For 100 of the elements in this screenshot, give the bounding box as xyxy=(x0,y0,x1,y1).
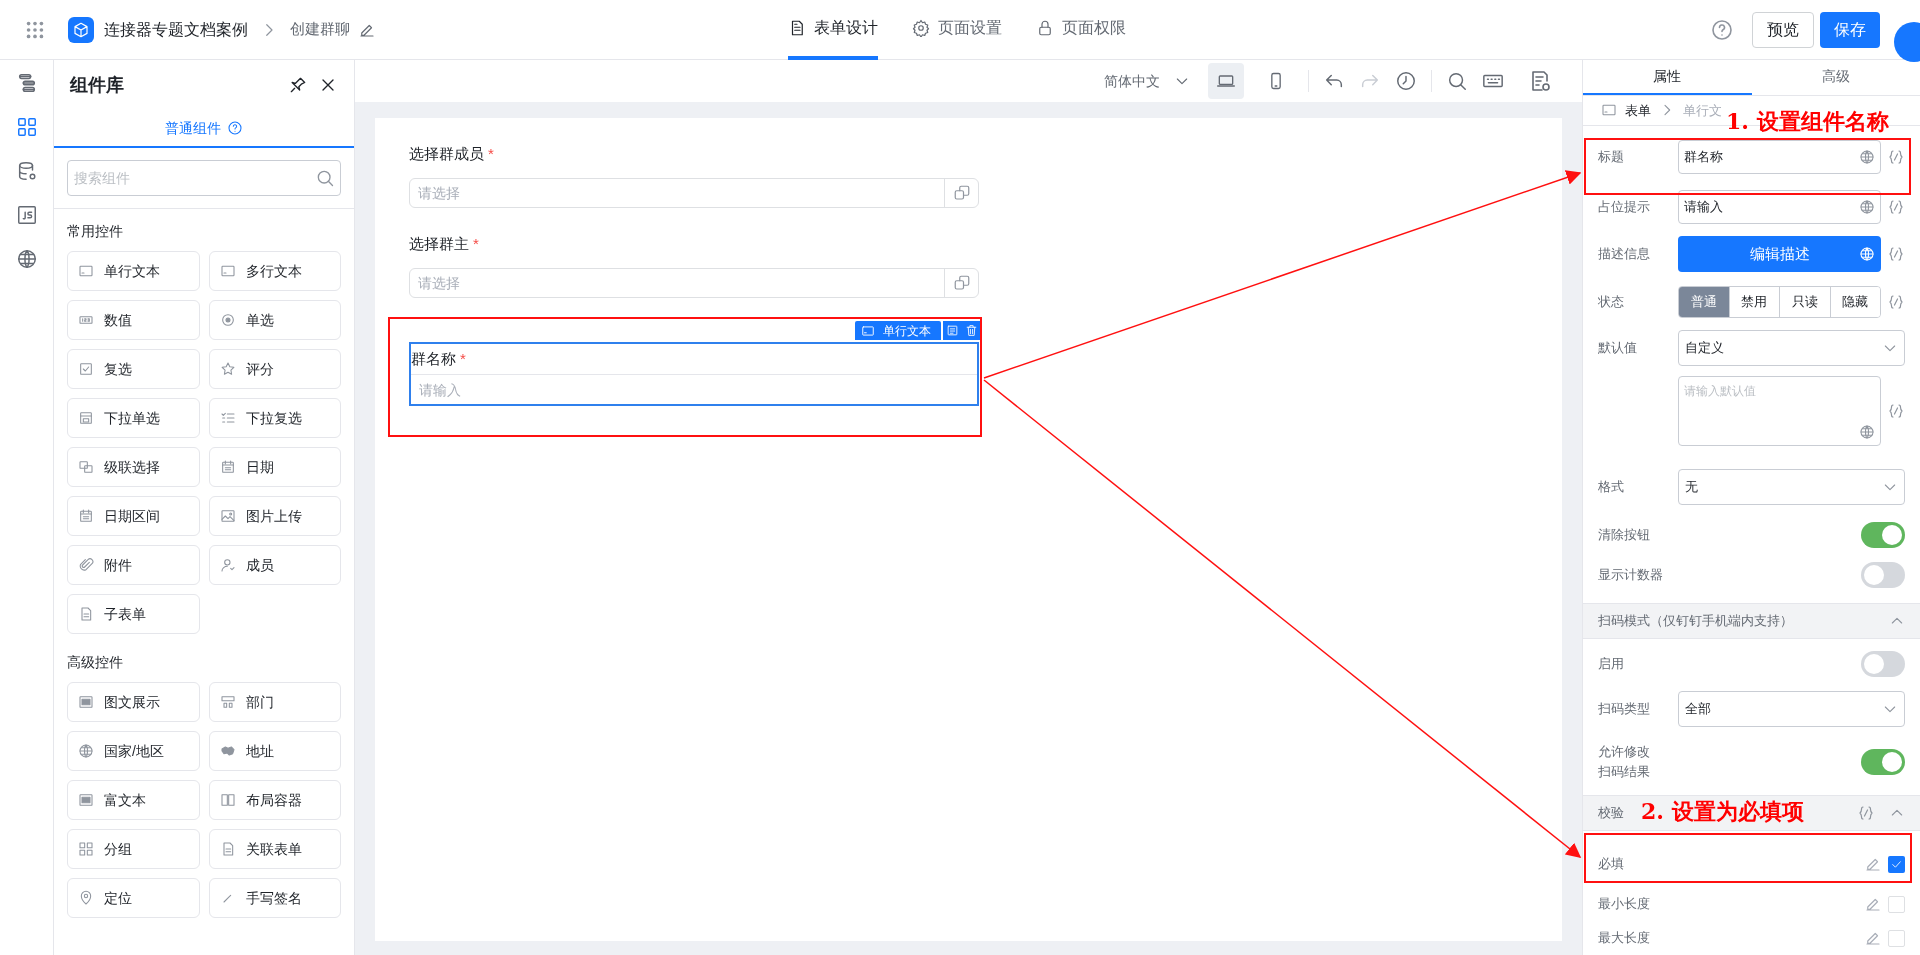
state-option[interactable]: 隐藏 xyxy=(1829,287,1880,317)
top-tab[interactable]: 页面权限 xyxy=(1036,0,1126,60)
property-label: 最小长度 xyxy=(1598,895,1651,913)
component-item[interactable]: 数值 xyxy=(67,300,200,340)
globe-icon[interactable] xyxy=(15,248,38,270)
components-icon[interactable] xyxy=(15,116,38,138)
component-item[interactable]: 评分 xyxy=(208,349,341,389)
code-braces-icon[interactable] xyxy=(1887,198,1905,216)
component-item[interactable]: 下拉单选 xyxy=(67,398,200,438)
picker-field[interactable]: 请选择 xyxy=(409,268,979,298)
search-icon[interactable] xyxy=(1446,70,1468,92)
component-item[interactable]: 成员 xyxy=(208,545,341,585)
list-icon[interactable] xyxy=(946,324,959,337)
checkbox[interactable] xyxy=(1888,929,1905,947)
checkbox[interactable] xyxy=(1888,895,1905,913)
property-tab[interactable]: 属性 xyxy=(1583,60,1752,95)
js-icon[interactable] xyxy=(15,204,38,226)
select-dropdown[interactable]: 自定义 xyxy=(1678,330,1905,366)
copy-icon[interactable] xyxy=(952,184,971,202)
toggle-switch[interactable] xyxy=(1861,562,1905,588)
state-option[interactable]: 普通 xyxy=(1679,287,1729,317)
trash-icon[interactable] xyxy=(965,324,978,337)
default-value-textarea[interactable]: 请输入默认值 xyxy=(1678,376,1881,446)
text-field-icon xyxy=(861,323,875,338)
globe-icon[interactable] xyxy=(1859,199,1875,215)
picker-field[interactable]: 请选择 xyxy=(409,178,979,208)
group-title: 高级控件 xyxy=(67,653,124,672)
component-item[interactable]: 级联选择 xyxy=(67,447,200,487)
toggle-switch[interactable] xyxy=(1861,522,1905,548)
component-item[interactable]: 图片上传 xyxy=(208,496,341,536)
code-braces-icon[interactable] xyxy=(1887,147,1905,166)
widget-type-label: 单行文本 xyxy=(883,322,932,340)
required-mark: * xyxy=(460,348,466,369)
map-icon xyxy=(219,743,236,759)
component-item[interactable]: 布局容器 xyxy=(208,780,341,820)
component-item[interactable]: 单行文本 xyxy=(67,251,200,291)
save-button[interactable]: 保存 xyxy=(1820,11,1880,48)
image-icon xyxy=(219,508,236,524)
org-chart-icon xyxy=(219,694,236,710)
title-input[interactable]: 群名称 xyxy=(1678,139,1881,174)
component-item[interactable]: 子表单 xyxy=(67,594,200,634)
globe-icon[interactable] xyxy=(1859,148,1875,165)
dropdown-icon xyxy=(78,410,94,426)
component-item[interactable]: 部门 xyxy=(208,682,341,722)
code-braces-icon[interactable] xyxy=(1887,293,1905,311)
select-dropdown[interactable]: 无 xyxy=(1678,469,1905,505)
component-item[interactable]: 地址 xyxy=(208,731,341,771)
component-item[interactable]: 分组 xyxy=(67,829,200,869)
select-dropdown[interactable]: 全部 xyxy=(1678,691,1905,727)
component-tab[interactable]: 普通组件 xyxy=(54,110,354,148)
panel-icon xyxy=(78,694,94,710)
edit-description-button[interactable]: 编辑描述 xyxy=(1678,236,1881,272)
location-pin-icon xyxy=(78,890,94,906)
calendar-icon xyxy=(219,459,236,475)
component-item[interactable]: 手写签名 xyxy=(208,878,341,918)
code-braces-icon[interactable] xyxy=(1887,245,1905,263)
component-item[interactable]: 富文本 xyxy=(67,780,200,820)
preview-button[interactable]: 预览 xyxy=(1752,11,1814,48)
component-item[interactable]: 图文展示 xyxy=(67,682,200,722)
component-item[interactable]: 复选 xyxy=(67,349,200,389)
property-label: 显示计数器 xyxy=(1598,566,1664,584)
property-label: 扫码类型 xyxy=(1598,700,1651,718)
app-logo-icon[interactable] xyxy=(68,16,94,43)
toggle-switch[interactable] xyxy=(1861,749,1905,775)
search-field[interactable]: 搜索组件 xyxy=(67,160,341,196)
property-label: 格式 xyxy=(1598,478,1625,496)
help-icon xyxy=(227,120,243,136)
app-name[interactable]: 连接器专题文档案例 xyxy=(104,17,248,42)
code-braces-icon[interactable] xyxy=(1887,402,1905,420)
copy-icon[interactable] xyxy=(952,274,971,292)
language-dropdown[interactable]: 简体中文 xyxy=(1104,70,1190,92)
toggle-switch[interactable] xyxy=(1861,651,1905,677)
section-header[interactable]: 扫码模式（仅钉钉手机端内支持） xyxy=(1583,603,1920,639)
placeholder-input[interactable]: 请输入 xyxy=(1678,190,1881,224)
component-item[interactable]: 国家/地区 xyxy=(67,731,200,771)
text-input-field[interactable]: 请输入 xyxy=(411,374,977,404)
code-braces-icon[interactable] xyxy=(1857,804,1875,822)
star-icon xyxy=(219,361,236,377)
top-tab[interactable]: 页面设置 xyxy=(912,0,1002,60)
component-item[interactable]: 附件 xyxy=(67,545,200,585)
search-icon xyxy=(315,168,335,188)
component-item[interactable]: 日期 xyxy=(208,447,341,487)
text-field-icon xyxy=(219,263,236,279)
property-tab[interactable]: 高级 xyxy=(1751,60,1920,95)
globe-icon xyxy=(78,743,94,759)
component-item[interactable]: 关联表单 xyxy=(208,829,341,869)
component-item[interactable]: 日期区间 xyxy=(67,496,200,536)
component-item[interactable]: 定位 xyxy=(67,878,200,918)
component-item[interactable]: 下拉复选 xyxy=(208,398,341,438)
component-item[interactable]: 单选 xyxy=(208,300,341,340)
breadcrumb-link[interactable]: 表单 xyxy=(1625,100,1651,121)
clock-icon[interactable] xyxy=(1395,70,1417,92)
component-item[interactable]: 多行文本 xyxy=(208,251,341,291)
globe-icon xyxy=(1859,246,1875,262)
pin-icon[interactable] xyxy=(288,75,308,95)
help-icon[interactable] xyxy=(1710,17,1734,42)
checkbox[interactable] xyxy=(1888,855,1905,873)
device-toggle[interactable] xyxy=(1208,63,1244,99)
globe-icon[interactable] xyxy=(1859,424,1875,440)
selected-field-outline[interactable]: 群名称 * 请输入 xyxy=(409,342,979,406)
